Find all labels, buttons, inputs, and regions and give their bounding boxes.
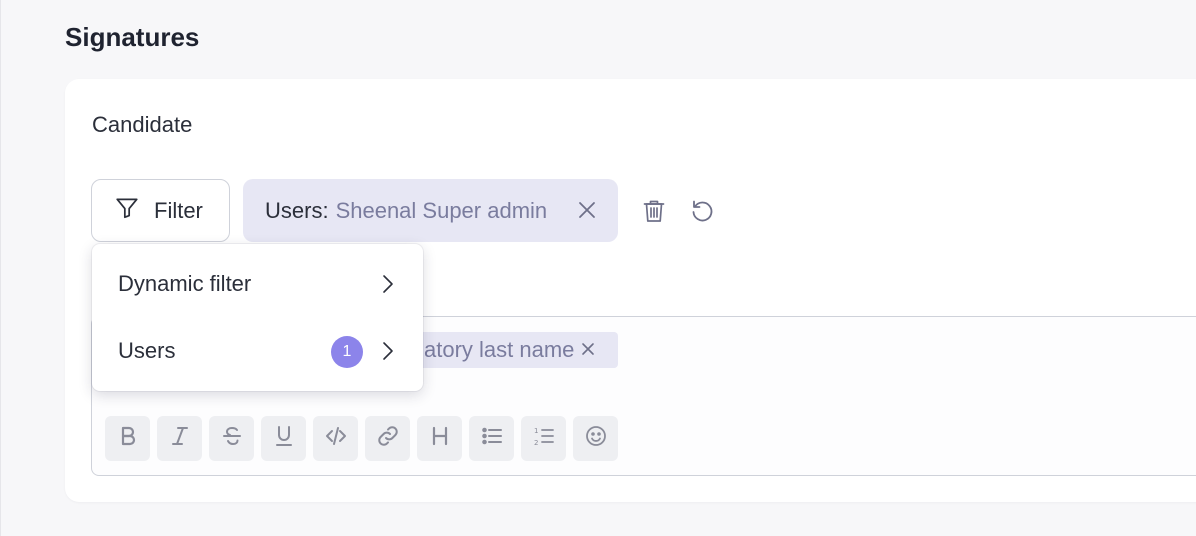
emoji-icon xyxy=(584,424,608,453)
svg-text:2: 2 xyxy=(534,439,538,447)
underline-button[interactable] xyxy=(261,416,306,461)
dropdown-item-users[interactable]: Users 1 xyxy=(92,321,423,381)
close-icon[interactable] xyxy=(580,337,596,363)
editor-toolbar: 12 xyxy=(105,416,618,461)
left-border xyxy=(0,0,1,536)
strikethrough-button[interactable] xyxy=(209,416,254,461)
chevron-right-icon xyxy=(375,272,399,296)
bold-icon xyxy=(116,424,140,453)
bullet-list-icon xyxy=(480,424,504,453)
strikethrough-icon xyxy=(220,424,244,453)
numbered-list-button[interactable]: 12 xyxy=(521,416,566,461)
count-badge: 1 xyxy=(331,336,363,368)
underline-icon xyxy=(272,424,296,453)
heading-icon xyxy=(428,424,452,453)
filter-label: Filter xyxy=(154,197,203,223)
italic-icon xyxy=(168,424,192,453)
variable-chip-label: atory last name xyxy=(424,337,575,362)
bold-button[interactable] xyxy=(105,416,150,461)
link-icon xyxy=(376,424,400,453)
heading-button[interactable] xyxy=(417,416,462,461)
code-button[interactable] xyxy=(313,416,358,461)
filter-icon xyxy=(114,195,140,227)
card-label: Candidate xyxy=(92,112,193,137)
trash-icon[interactable] xyxy=(641,198,667,224)
section-title: Signatures xyxy=(65,22,200,52)
close-icon[interactable] xyxy=(576,199,598,221)
numbered-list-icon: 12 xyxy=(532,424,556,453)
filter-dropdown: Dynamic filter Users 1 xyxy=(92,244,423,391)
svg-text:1: 1 xyxy=(534,427,538,435)
bullet-list-button[interactable] xyxy=(469,416,514,461)
chip-key: Users: xyxy=(265,197,329,223)
chip-value: Sheenal Super admin xyxy=(335,197,548,223)
chevron-right-icon xyxy=(375,339,399,363)
dropdown-item-label: Users xyxy=(118,338,176,363)
dropdown-item-label: Dynamic filter xyxy=(118,271,252,296)
filter-button[interactable]: Filter xyxy=(91,179,230,242)
reset-icon[interactable] xyxy=(689,198,715,224)
italic-button[interactable] xyxy=(157,416,202,461)
link-button[interactable] xyxy=(365,416,410,461)
variable-chip: atory last name xyxy=(404,332,618,368)
dropdown-item-dynamic-filter[interactable]: Dynamic filter xyxy=(92,254,423,314)
active-filter-chip: Users: Sheenal Super admin xyxy=(243,179,618,242)
emoji-button[interactable] xyxy=(573,416,618,461)
code-icon xyxy=(324,424,348,453)
